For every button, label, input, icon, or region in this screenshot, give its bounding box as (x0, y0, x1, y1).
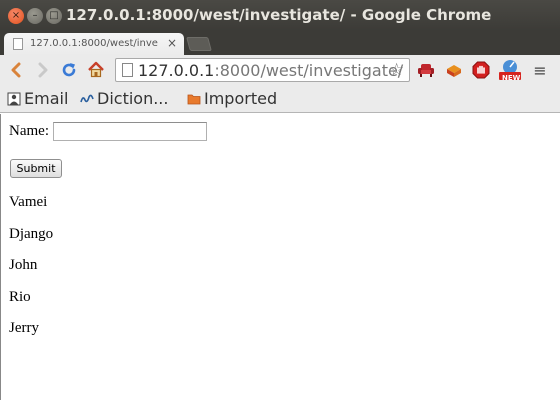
list-item: John (9, 257, 38, 273)
list-item: Jerry (9, 320, 39, 336)
page-content: Name: Submit Vamei Django John Rio Jerry (0, 114, 560, 400)
bookmark-star-button[interactable]: ☆ (389, 60, 404, 80)
back-button[interactable] (5, 59, 27, 81)
url-path: :8000/west/investigate/ (214, 61, 404, 80)
window-close-button[interactable]: × (8, 8, 24, 24)
browser-tab[interactable]: 127.0.0.1:8000/west/inve × (4, 33, 184, 55)
tab-strip: 127.0.0.1:8000/west/inve × (0, 31, 560, 55)
extension-adblock-button[interactable] (471, 60, 491, 80)
forward-button[interactable] (32, 59, 54, 81)
window-title: 127.0.0.1:8000/west/investigate/ - Googl… (66, 6, 492, 24)
extension-gift-button[interactable] (444, 60, 464, 80)
chrome-menu-button[interactable]: ≡ (530, 60, 550, 80)
armchair-icon (418, 64, 434, 77)
tab-close-button[interactable]: × (167, 36, 177, 50)
bookmark-folder-imported[interactable]: Imported (187, 89, 277, 108)
url-host: 127.0.0.1 (138, 61, 215, 80)
name-label: Name: (9, 123, 49, 139)
back-arrow-icon (11, 62, 21, 78)
home-icon (88, 61, 104, 78)
tab-title: 127.0.0.1:8000/west/inve (30, 38, 158, 49)
name-form-row: Name: (9, 122, 207, 141)
dictionary-bookmark-icon (80, 94, 94, 102)
list-item: Vamei (9, 194, 48, 210)
forward-arrow-icon (38, 62, 48, 78)
extension-armchair-button[interactable] (416, 60, 436, 80)
address-bar[interactable]: 127.0.0.1:8000/west/investigate/ ☆ (115, 58, 410, 82)
bookmark-email[interactable]: Email (7, 89, 68, 108)
adblock-icon (472, 61, 490, 79)
new-tab-button[interactable] (186, 37, 212, 51)
name-input[interactable] (52, 122, 207, 141)
page-favicon-icon (13, 38, 23, 50)
reload-icon (62, 63, 76, 77)
bookmark-dictionary[interactable]: Diction... (80, 89, 168, 108)
window-minimize-button[interactable]: – (27, 8, 43, 24)
names-list: Vamei Django John Rio Jerry (9, 194, 53, 352)
bookmark-label: Diction... (97, 89, 169, 108)
window-controls: × – □ (8, 8, 62, 24)
bookmarks-bar: Email Diction... Imported (0, 85, 560, 113)
window-titlebar: × – □ 127.0.0.1:8000/west/investigate/ -… (0, 0, 560, 31)
reload-button[interactable] (58, 59, 80, 81)
list-item: Django (9, 225, 54, 242)
extension-new-button[interactable]: NEW (498, 60, 522, 82)
window-maximize-button[interactable]: □ (46, 8, 62, 24)
browser-toolbar: 127.0.0.1:8000/west/investigate/ ☆ NEW ≡ (0, 55, 560, 85)
url-text: 127.0.0.1:8000/west/investigate/ (138, 61, 403, 80)
bookmark-label: Email (24, 89, 69, 108)
folder-icon (187, 94, 201, 104)
page-icon (122, 63, 133, 77)
gift-icon (447, 65, 461, 77)
bookmark-label: Imported (204, 89, 278, 108)
new-badge-label: NEW (502, 74, 521, 82)
home-button[interactable] (85, 59, 107, 81)
submit-button[interactable]: Submit (10, 159, 62, 178)
email-bookmark-icon (7, 92, 21, 105)
list-item: Rio (9, 288, 31, 305)
